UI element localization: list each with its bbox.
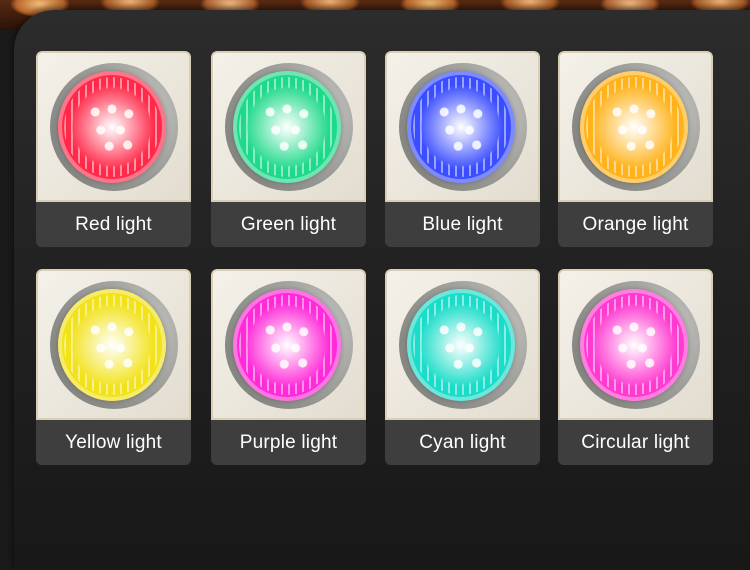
light-card-label: Blue light [385, 202, 540, 247]
device-photo [385, 51, 540, 202]
device-photo [36, 51, 191, 202]
light-card-green: Green light [211, 51, 366, 247]
led-lens [580, 289, 688, 401]
led-array [606, 97, 662, 157]
device-photo [36, 269, 191, 420]
device-photo [558, 269, 713, 420]
device-photo [211, 51, 366, 202]
led-array [606, 315, 662, 375]
led-array [259, 315, 315, 375]
device-photo [558, 51, 713, 202]
led-lens [407, 289, 515, 401]
device-photo [211, 269, 366, 420]
light-card-orange: Orange light [558, 51, 713, 247]
device-head-icon [572, 281, 700, 409]
led-array [433, 315, 489, 375]
led-lens [233, 289, 341, 401]
device-head-icon [50, 281, 178, 409]
content-panel: Red light Green light Blue light Orange … [14, 10, 750, 570]
device-head-icon [399, 63, 527, 191]
light-card-label: Red light [36, 202, 191, 247]
device-head-icon [225, 63, 353, 191]
light-card-label: Cyan light [385, 420, 540, 465]
device-head-icon [399, 281, 527, 409]
led-array [259, 97, 315, 157]
device-head-icon [572, 63, 700, 191]
device-head-icon [225, 281, 353, 409]
led-lens [580, 71, 688, 183]
led-array [433, 97, 489, 157]
device-head-icon [50, 63, 178, 191]
led-array [84, 97, 140, 157]
light-card-label: Green light [211, 202, 366, 247]
led-lens [58, 289, 166, 401]
led-lens [407, 71, 515, 183]
light-card-label: Yellow light [36, 420, 191, 465]
led-array [84, 315, 140, 375]
light-card-yellow: Yellow light [36, 269, 191, 465]
led-lens [58, 71, 166, 183]
light-card-cyan: Cyan light [385, 269, 540, 465]
light-card-circular: Circular light [558, 269, 713, 465]
led-lens [233, 71, 341, 183]
light-card-purple: Purple light [211, 269, 366, 465]
light-card-blue: Blue light [385, 51, 540, 247]
device-photo [385, 269, 540, 420]
light-card-label: Orange light [558, 202, 713, 247]
light-card-label: Circular light [558, 420, 713, 465]
light-card-red: Red light [36, 51, 191, 247]
light-card-label: Purple light [211, 420, 366, 465]
